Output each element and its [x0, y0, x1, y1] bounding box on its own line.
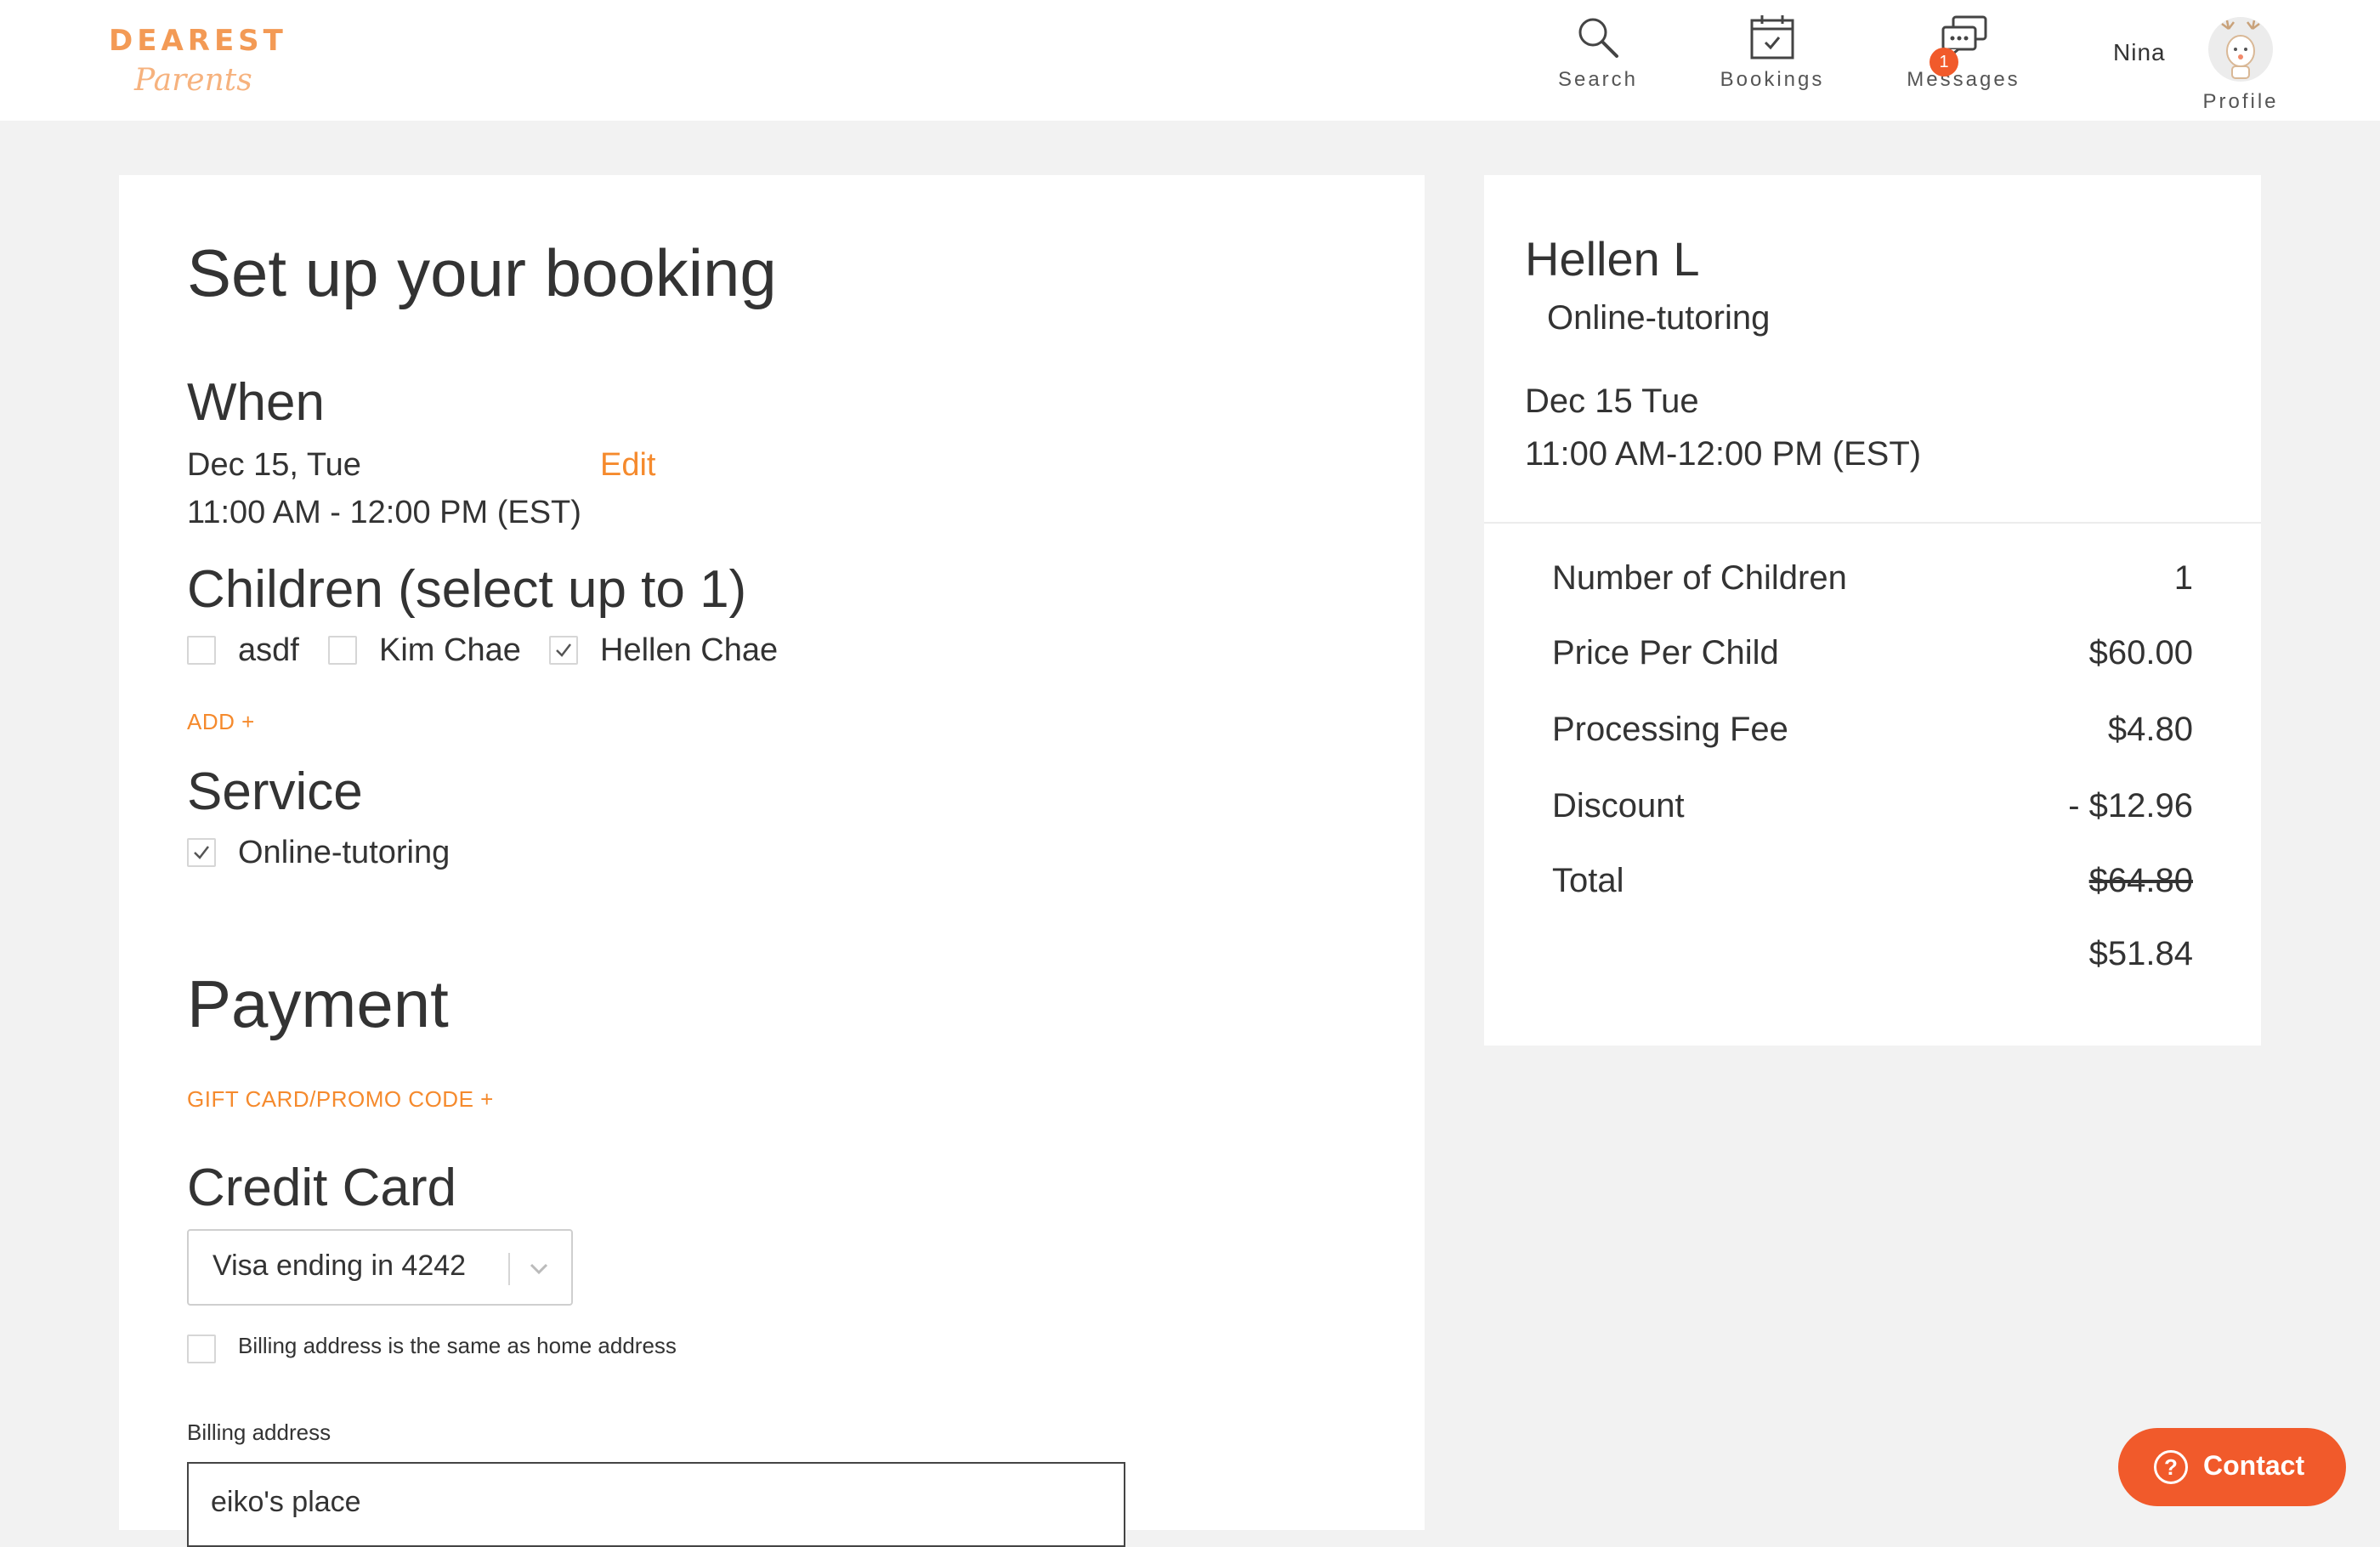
summary-final-total: $51.84	[2088, 935, 2193, 972]
billing-same-label: Billing address is the same as home addr…	[238, 1333, 677, 1358]
nav-search-label: Search	[1557, 68, 1639, 91]
summary-row-value: - $12.96	[2068, 787, 2193, 824]
nav-profile[interactable]: Profile	[2196, 17, 2285, 119]
checkmark-icon	[194, 846, 209, 859]
booking-summary-card: Hellen L Online-tutoring Dec 15 Tue 11:0…	[1484, 175, 2261, 1046]
checkmark-icon	[556, 643, 571, 657]
avatar	[2208, 17, 2273, 82]
select-divider	[508, 1253, 510, 1285]
logo-wordmark-top: DEAREST	[109, 24, 287, 58]
summary-row-value: 1	[2173, 559, 2193, 597]
summary-total-label: Total	[1552, 862, 1624, 899]
nav-bookings[interactable]: Bookings	[1717, 14, 1828, 107]
summary-time: 11:00 AM-12:00 PM (EST)	[1525, 435, 1922, 473]
service-label: Online-tutoring	[238, 835, 450, 870]
user-name[interactable]: Nina	[2113, 39, 2166, 66]
summary-date: Dec 15 Tue	[1525, 382, 1699, 420]
summary-divider	[1484, 522, 2261, 524]
summary-row-label: Processing Fee	[1552, 711, 1788, 748]
summary-row-label: Discount	[1552, 787, 1685, 824]
summary-row-value: $60.00	[2088, 634, 2193, 672]
contact-button[interactable]: ? Contact	[2118, 1428, 2346, 1506]
credit-card-select[interactable]: Visa ending in 4242	[187, 1229, 573, 1306]
credit-card-select-value: Visa ending in 4242	[212, 1250, 467, 1282]
summary-row-label: Price Per Child	[1552, 634, 1779, 672]
child-label: Kim Chae	[379, 632, 521, 668]
contact-button-label: Contact	[2203, 1450, 2305, 1481]
summary-original-total: $64.80	[2088, 862, 2193, 899]
child-checkbox-hellen-chae[interactable]	[549, 636, 578, 665]
child-label: Hellen Chae	[600, 632, 779, 668]
summary-row-label: Number of Children	[1552, 559, 1847, 597]
billing-address-input[interactable]: eiko's place	[187, 1462, 1125, 1547]
summary-row-value: $4.80	[2107, 711, 2193, 748]
nav-profile-label: Profile	[2202, 90, 2279, 113]
add-child-link[interactable]: ADD +	[187, 709, 255, 735]
booking-date: Dec 15, Tue	[187, 447, 361, 483]
search-icon	[1578, 18, 1618, 58]
billing-same-checkbox[interactable]	[187, 1334, 216, 1363]
promo-code-link[interactable]: GIFT CARD/PROMO CODE +	[187, 1086, 494, 1113]
help-icon: ?	[2154, 1450, 2188, 1484]
booking-form-card: Set up your booking When Dec 15, Tue Edi…	[119, 175, 1425, 1547]
nav-bookings-label: Bookings	[1720, 68, 1825, 91]
nav-messages[interactable]: 1 Messages	[1904, 14, 2023, 107]
tutor-name: Hellen L	[1525, 232, 1700, 286]
billing-address-label: Billing address	[187, 1420, 332, 1445]
when-heading: When	[187, 373, 325, 432]
dearest-parents-logo[interactable]: DEAREST Parents	[109, 24, 287, 105]
service-heading: Service	[187, 762, 363, 821]
top-navigation-bar: DEAREST Parents Search Bookings 1 Messag…	[0, 0, 2380, 121]
billing-address-value: eiko's place	[211, 1486, 361, 1518]
nav-search[interactable]: Search	[1547, 14, 1649, 107]
logo-wordmark-bottom: Parents	[134, 63, 252, 98]
credit-card-heading: Credit Card	[187, 1159, 456, 1217]
service-checkbox-online-tutoring[interactable]	[187, 838, 216, 867]
child-checkbox-asdf[interactable]	[187, 636, 216, 665]
calendar-icon	[1750, 15, 1794, 60]
reindeer-avatar-icon	[2221, 20, 2260, 79]
child-label: asdf	[238, 632, 299, 668]
child-checkbox-kim-chae[interactable]	[328, 636, 357, 665]
children-heading: Children (select up to 1)	[187, 560, 747, 619]
booking-time: 11:00 AM - 12:00 PM (EST)	[187, 495, 581, 530]
edit-when-link[interactable]: Edit	[600, 447, 655, 484]
chevron-down-icon	[530, 1263, 548, 1275]
payment-heading: Payment	[187, 966, 449, 1041]
messages-unread-badge: 1	[1930, 48, 1958, 76]
page-title: Set up your booking	[187, 235, 777, 310]
nav-messages-label: Messages	[1907, 68, 2020, 91]
summary-service: Online-tutoring	[1547, 299, 1771, 337]
